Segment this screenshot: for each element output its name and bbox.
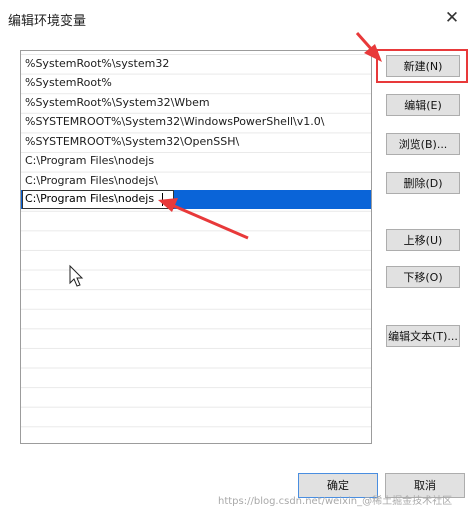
list-item[interactable]: %SystemRoot%: [21, 74, 371, 93]
list-item[interactable]: C:\Program Files\nodejs: [21, 152, 371, 171]
text-caret: [162, 193, 163, 206]
window-title: 编辑环境变量: [8, 14, 87, 29]
list-item[interactable]: %SystemRoot%\system32: [21, 55, 371, 74]
list-item-selected[interactable]: C:\Program Files\nodejs: [21, 190, 371, 209]
path-list[interactable]: %SystemRoot%\system32 %SystemRoot% %Syst…: [20, 50, 372, 444]
list-item-label: %SYSTEMROOT%\System32\WindowsPowerShell\…: [25, 115, 325, 128]
list-item-label: %SystemRoot%\System32\Wbem: [25, 96, 210, 109]
title-bar: 编辑环境变量 ✕: [0, 0, 474, 36]
list-item[interactable]: %SYSTEMROOT%\System32\OpenSSH\: [21, 133, 371, 152]
browse-button[interactable]: 浏览(B)...: [386, 133, 460, 155]
annotation-highlight-box: [376, 49, 468, 83]
list-item[interactable]: %SystemRoot%\System32\Wbem: [21, 94, 371, 113]
list-item-label: %SystemRoot%\system32: [25, 57, 170, 70]
move-up-button[interactable]: 上移(U): [386, 229, 460, 251]
edit-text-button[interactable]: 编辑文本(T)...: [386, 325, 460, 347]
list-item-label: %SystemRoot%: [25, 76, 112, 89]
path-edit-value: C:\Program Files\nodejs: [25, 192, 155, 205]
path-edit-field[interactable]: C:\Program Files\nodejs: [22, 190, 174, 209]
list-item-label: C:\Program Files\nodejs\: [25, 174, 158, 187]
close-icon[interactable]: ✕: [440, 8, 464, 28]
list-item-label: %SYSTEMROOT%\System32\OpenSSH\: [25, 135, 240, 148]
list-item[interactable]: C:\Program Files\nodejs\: [21, 172, 371, 191]
move-down-button[interactable]: 下移(O): [386, 266, 460, 288]
list-item-label: C:\Program Files\nodejs: [25, 154, 155, 167]
list-item[interactable]: %SYSTEMROOT%\System32\WindowsPowerShell\…: [21, 113, 371, 132]
watermark: https://blog.csdn.net/weixin_@稀土掘金技术社区: [218, 496, 453, 507]
delete-button[interactable]: 删除(D): [386, 172, 460, 194]
edit-button[interactable]: 编辑(E): [386, 94, 460, 116]
